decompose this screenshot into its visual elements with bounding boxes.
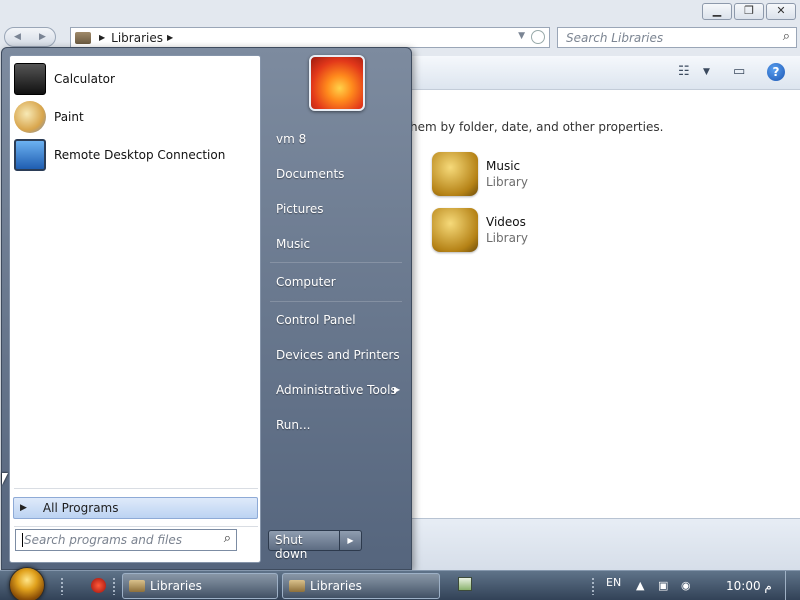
taskbar-grip[interactable] — [112, 577, 116, 595]
program-calculator[interactable]: Calculator — [14, 61, 254, 97]
library-item-videos[interactable]: Videos Library — [432, 208, 528, 252]
close-button[interactable]: ✕ — [766, 3, 796, 20]
start-orb-icon[interactable] — [9, 567, 45, 600]
program-remote-desktop[interactable]: Remote Desktop Connection — [14, 137, 254, 173]
start-item-control-panel[interactable]: Control Panel — [276, 313, 356, 327]
all-programs-button[interactable]: ▶ All Programs — [13, 497, 258, 519]
libraries-content: hem by folder, date, and other propertie… — [400, 90, 800, 518]
start-menu: Calculator Paint Remote Desktop Connecti… — [1, 47, 412, 570]
music-library-icon — [432, 152, 478, 196]
taskbar: Libraries Libraries EN ▲ ▣ ◉ 10:00 م — [0, 567, 800, 600]
breadcrumb-arrow-icon[interactable]: ▶ — [167, 33, 173, 42]
explorer-search-placeholder: Search Libraries — [566, 31, 664, 45]
text-caret — [22, 533, 23, 547]
view-dropdown-icon[interactable]: ▼ — [703, 67, 710, 77]
language-indicator[interactable]: EN — [606, 576, 621, 589]
window-controls: ▁ ❐ ✕ — [702, 3, 796, 20]
separator — [270, 301, 402, 302]
preview-pane-icon[interactable]: ▭ — [733, 64, 745, 79]
refresh-icon[interactable] — [531, 30, 545, 44]
help-icon[interactable]: ? — [767, 63, 785, 81]
search-icon[interactable]: ⌕ — [783, 29, 790, 44]
volume-muted-icon[interactable]: ◉ — [681, 579, 691, 592]
start-item-documents[interactable]: Documents — [276, 167, 344, 181]
start-item-administrative-tools[interactable]: Administrative Tools — [276, 383, 397, 397]
program-label: Paint — [54, 110, 84, 124]
show-hidden-icons-icon[interactable]: ▲ — [636, 579, 644, 592]
videos-library-icon — [432, 208, 478, 252]
search-icon[interactable]: ⌕ — [224, 531, 231, 546]
breadcrumb-libraries[interactable]: Libraries — [111, 31, 163, 45]
navigation-bar: ◀ ▶ ▶ Libraries ▶ ▼ Search Libraries ⌕ — [0, 27, 800, 49]
network-icon[interactable]: ▣ — [658, 579, 668, 592]
libraries-description: hem by folder, date, and other propertie… — [410, 120, 664, 134]
show-desktop-button[interactable] — [785, 571, 800, 600]
program-paint[interactable]: Paint — [14, 99, 254, 135]
taskbar-button-label: Libraries — [310, 579, 362, 593]
start-item-computer[interactable]: Computer — [276, 275, 336, 289]
clock[interactable]: 10:00 م — [726, 579, 772, 593]
libraries-icon — [129, 580, 145, 592]
start-search-input[interactable]: Search programs and files ⌕ — [15, 529, 237, 551]
address-dropdown-icon[interactable]: ▼ — [518, 31, 525, 41]
forward-arrow-icon[interactable]: ▶ — [30, 28, 55, 46]
details-pane — [400, 518, 800, 570]
separator — [270, 262, 402, 263]
libraries-icon — [75, 31, 91, 44]
taskbar-button-libraries[interactable]: Libraries — [122, 573, 278, 599]
minimize-button[interactable]: ▁ — [702, 3, 732, 20]
separator — [14, 488, 258, 489]
back-arrow-icon[interactable]: ◀ — [5, 28, 30, 46]
explorer-toolbar: ☷ ▼ ▭ ? — [400, 56, 800, 90]
taskbar-button-label: Libraries — [150, 579, 202, 593]
media-player-icon[interactable] — [458, 577, 472, 591]
expand-arrow-icon: ▶ — [20, 503, 27, 513]
start-item-user[interactable]: vm 8 — [276, 132, 306, 146]
taskbar-grip[interactable] — [591, 577, 595, 595]
change-view-icon[interactable]: ☷ — [678, 64, 690, 79]
library-name: Videos — [486, 215, 526, 229]
paint-icon — [14, 101, 46, 133]
program-label: Remote Desktop Connection — [54, 148, 226, 162]
start-search-placeholder: Search programs and files — [24, 533, 182, 547]
calculator-icon — [14, 63, 46, 95]
start-item-pictures[interactable]: Pictures — [276, 202, 324, 216]
separator — [14, 526, 258, 527]
library-name: Music — [486, 159, 521, 173]
shutdown-options-arrow-icon[interactable]: ▶ — [340, 530, 362, 551]
restore-button[interactable]: ❐ — [734, 3, 764, 20]
breadcrumb-arrow-icon[interactable]: ▶ — [99, 33, 105, 42]
explorer-search-input[interactable]: Search Libraries ⌕ — [557, 27, 797, 48]
programs-pane: Calculator Paint Remote Desktop Connecti… — [9, 55, 261, 563]
address-bar[interactable]: ▶ Libraries ▶ ▼ — [70, 27, 550, 48]
taskbar-grip[interactable] — [60, 577, 64, 595]
mouse-cursor-icon — [2, 473, 8, 485]
remote-desktop-icon — [14, 139, 46, 171]
shutdown-button[interactable]: Shut down — [268, 530, 340, 561]
library-type: Library — [486, 175, 528, 189]
start-item-run[interactable]: Run... — [276, 418, 310, 432]
program-label: Calculator — [54, 72, 115, 86]
user-avatar[interactable] — [309, 55, 365, 111]
start-item-music[interactable]: Music — [276, 237, 310, 251]
back-forward-buttons[interactable]: ◀ ▶ — [4, 27, 56, 47]
submenu-arrow-icon: ▶ — [394, 385, 401, 394]
quick-launch-app-icon[interactable] — [91, 578, 106, 593]
all-programs-label: All Programs — [42, 501, 119, 515]
taskbar-button-libraries[interactable]: Libraries — [282, 573, 440, 599]
start-item-devices-printers[interactable]: Devices and Printers — [276, 348, 400, 362]
libraries-icon — [289, 580, 305, 592]
library-type: Library — [486, 231, 528, 245]
library-item-music[interactable]: Music Library — [432, 152, 528, 196]
